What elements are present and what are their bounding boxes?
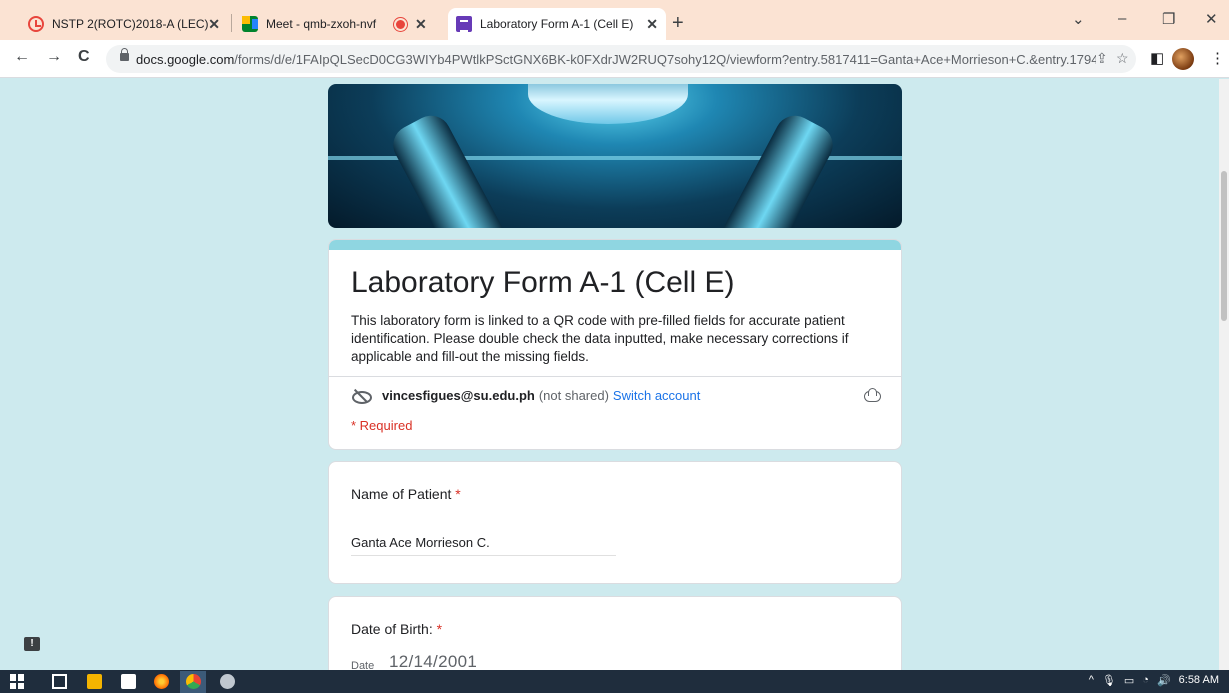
tab-search-icon[interactable]: ⌄: [1072, 10, 1085, 28]
form-description: This laboratory form is linked to a QR c…: [351, 313, 849, 364]
windows-taskbar: ^ 🎙 ▭ ◔ 🔊 6:58 AM: [0, 670, 1229, 693]
question-label: Name of Patient *: [351, 486, 461, 502]
tab-nstp[interactable]: NSTP 2(ROTC)2018-A (LEC) 2_202 ✕: [20, 8, 228, 40]
microscope-clip-left: [386, 108, 510, 228]
tab-meet[interactable]: Meet - qmb-zxoh-nvf ✕: [234, 8, 440, 40]
microscope-lens: [528, 84, 688, 124]
app-icon[interactable]: [220, 674, 235, 689]
form-title-card: Laboratory Form A-1 (Cell E) This labora…: [328, 239, 902, 450]
question-date-of-birth: Date of Birth: * Date 12/14/2001: [328, 596, 902, 670]
new-tab-button[interactable]: +: [672, 12, 684, 35]
chrome-icon[interactable]: [186, 674, 201, 689]
close-tab-icon[interactable]: ✕: [646, 16, 658, 33]
question-label-text: Date of Birth:: [351, 621, 433, 637]
form-page: Laboratory Form A-1 (Cell E) This labora…: [0, 79, 1229, 670]
form-title: Laboratory Form A-1 (Cell E): [351, 266, 735, 299]
mail-app-icon[interactable]: [121, 674, 136, 689]
name-of-patient-input[interactable]: Ganta Ace Morrieson C.: [351, 535, 616, 556]
wifi-icon[interactable]: ◔: [1142, 674, 1149, 687]
date-of-birth-input[interactable]: 12/14/2001: [389, 652, 477, 670]
task-view-icon[interactable]: [52, 674, 67, 689]
required-asterisk: *: [455, 486, 461, 502]
restore-button[interactable]: ❐: [1162, 10, 1175, 28]
menu-icon[interactable]: ⋮: [1210, 49, 1225, 67]
feedback-icon[interactable]: !: [24, 637, 40, 651]
required-note: * Required: [351, 418, 413, 433]
minimize-button[interactable]: –: [1118, 10, 1126, 27]
tab-laboratory-form[interactable]: Laboratory Form A-1 (Cell E) ✕: [448, 8, 666, 40]
clock-icon: [28, 16, 44, 32]
accent-bar: [329, 240, 901, 250]
not-shared-text: (not shared): [538, 388, 609, 403]
close-window-button[interactable]: ✕: [1205, 10, 1218, 28]
battery-icon[interactable]: ▭: [1124, 674, 1134, 687]
divider: [329, 376, 901, 377]
tab-label: Laboratory Form A-1 (Cell E): [480, 17, 634, 31]
side-panel-icon[interactable]: ◧: [1150, 49, 1164, 67]
volume-icon[interactable]: 🔊: [1157, 674, 1171, 687]
url-text[interactable]: docs.google.com/forms/d/e/1FAIpQLSecD0CG…: [136, 52, 1096, 67]
lock-icon[interactable]: [120, 48, 129, 61]
question-label-text: Name of Patient: [351, 486, 452, 502]
forward-button[interactable]: →: [46, 48, 62, 66]
clock-time[interactable]: 6:58 AM: [1179, 674, 1219, 687]
page-scrollbar[interactable]: [1219, 79, 1229, 670]
cloud-saved-icon: [863, 388, 881, 402]
not-shared-icon: [351, 389, 372, 404]
meet-icon: [242, 16, 258, 32]
account-row: vincesfigues@su.edu.ph (not shared) Swit…: [351, 388, 700, 404]
tab-label: NSTP 2(ROTC)2018-A (LEC) 2_202: [52, 17, 209, 31]
close-tab-icon[interactable]: ✕: [415, 16, 427, 33]
account-email: vincesfigues@su.edu.ph: [382, 388, 535, 403]
file-explorer-icon[interactable]: [87, 674, 102, 689]
windows-start-icon[interactable]: [10, 674, 25, 689]
microphone-icon[interactable]: 🎙: [1102, 674, 1116, 687]
back-button[interactable]: ←: [14, 48, 30, 66]
url-host: docs.google.com: [136, 52, 235, 67]
forms-icon: [456, 16, 472, 32]
microscope-clip-right: [716, 108, 840, 228]
browser-toolbar: ← → C docs.google.com/forms/d/e/1FAIpQLS…: [0, 40, 1229, 78]
recording-icon: [396, 19, 405, 29]
date-field-label: Date: [351, 660, 375, 670]
question-label: Date of Birth: *: [351, 621, 442, 637]
profile-avatar[interactable]: [1172, 48, 1194, 70]
tab-strip: NSTP 2(ROTC)2018-A (LEC) 2_202 ✕ Meet - …: [0, 0, 1229, 40]
firefox-icon[interactable]: [154, 674, 169, 689]
tab-label: Meet - qmb-zxoh-nvf: [266, 17, 377, 31]
question-name-of-patient: Name of Patient * Ganta Ace Morrieson C.: [328, 461, 902, 584]
url-path: /forms/d/e/1FAIpQLSecD0CG3WIYb4PWtlkPSct…: [234, 52, 1096, 67]
bookmark-star-icon[interactable]: ☆: [1116, 50, 1129, 67]
reload-button[interactable]: C: [78, 48, 90, 66]
required-asterisk: *: [436, 621, 443, 637]
system-tray: ^ 🎙 ▭ ◔ 🔊 6:58 AM: [1089, 674, 1219, 687]
tab-separator: [231, 14, 232, 32]
address-bar[interactable]: docs.google.com/forms/d/e/1FAIpQLSecD0CG…: [106, 45, 1136, 73]
switch-account-link[interactable]: Switch account: [613, 388, 700, 403]
close-tab-icon[interactable]: ✕: [208, 16, 220, 33]
tray-chevron-icon[interactable]: ^: [1089, 674, 1094, 687]
scrollbar-thumb[interactable]: [1221, 171, 1227, 321]
header-image: [328, 84, 902, 228]
share-icon[interactable]: ⇪: [1096, 50, 1108, 67]
